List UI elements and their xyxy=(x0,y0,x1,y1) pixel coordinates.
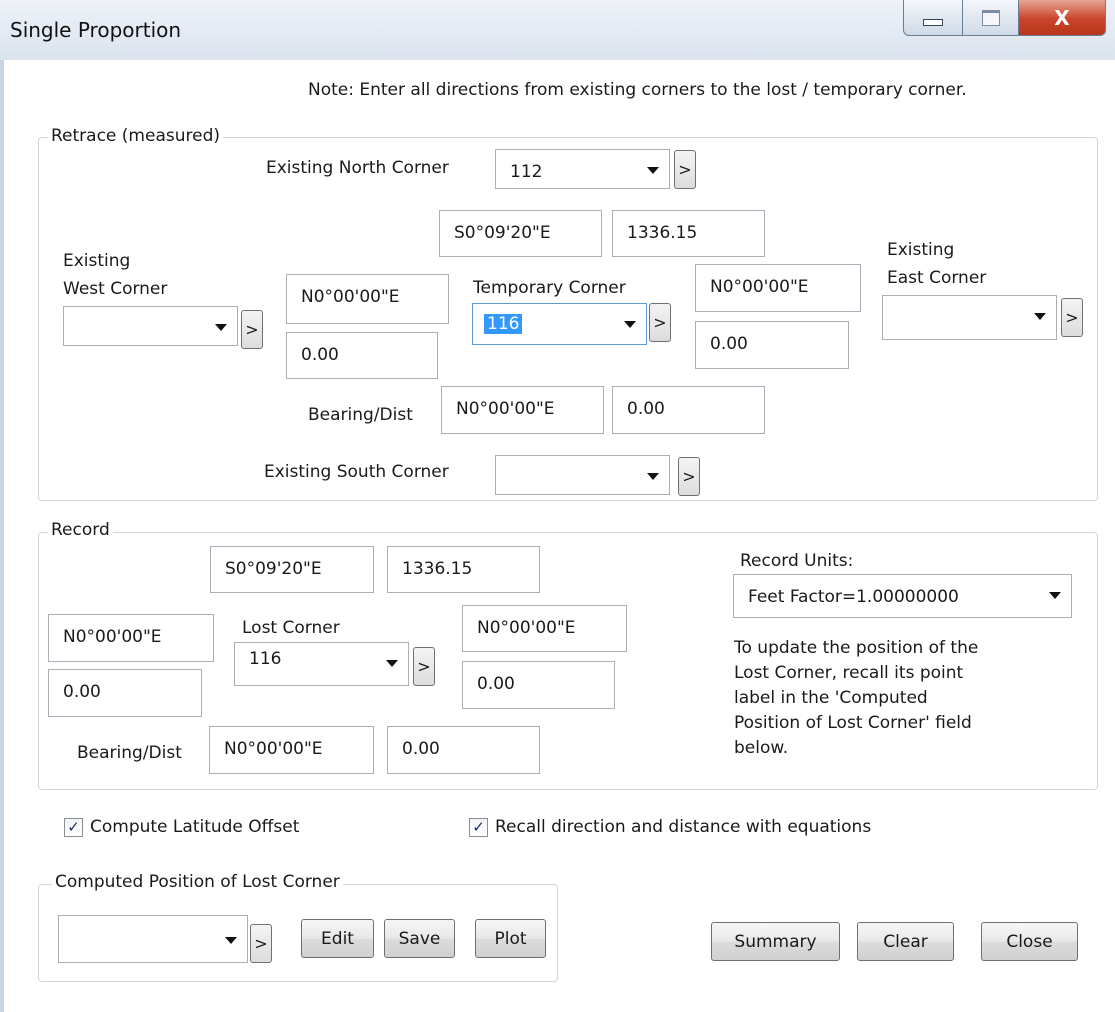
chevron-down-icon xyxy=(1034,313,1046,320)
south-corner-recall-button[interactable]: > xyxy=(678,457,700,496)
summary-button[interactable]: Summary xyxy=(711,922,840,961)
north-corner-recall-button[interactable]: > xyxy=(674,150,696,189)
record-east-bearing-field[interactable]: N0°00'00"E xyxy=(462,605,627,652)
existing-south-corner-label: Existing South Corner xyxy=(264,462,449,482)
record-north-bearing-field[interactable]: S0°09'20"E xyxy=(210,546,374,593)
record-bearing-dist-label: Bearing/Dist xyxy=(77,743,182,763)
record-group-label: Record xyxy=(48,520,113,540)
computed-position-group-label: Computed Position of Lost Corner xyxy=(52,872,343,892)
record-bd-bearing-field[interactable]: N0°00'00"E xyxy=(209,726,374,774)
retrace-east-distance-field[interactable]: 0.00 xyxy=(695,321,849,369)
plot-button[interactable]: Plot xyxy=(475,919,546,958)
temporary-corner-recall-button[interactable]: > xyxy=(649,303,671,342)
chevron-down-icon xyxy=(1049,592,1061,599)
record-units-label: Record Units: xyxy=(740,551,854,571)
chevron-down-icon xyxy=(386,660,398,667)
existing-north-corner-value: 112 xyxy=(510,162,543,182)
record-north-distance-field[interactable]: 1336.15 xyxy=(387,546,540,593)
maximize-button[interactable] xyxy=(963,0,1019,36)
close-button[interactable]: Close xyxy=(981,922,1078,961)
east-corner-recall-button[interactable]: > xyxy=(1061,298,1083,337)
help-text-line-1: To update the position of the xyxy=(734,638,979,658)
chevron-down-icon xyxy=(647,473,659,480)
computed-position-select[interactable] xyxy=(58,915,248,963)
retrace-north-bearing-field[interactable]: S0°09'20"E xyxy=(439,210,602,257)
window-frame-edge xyxy=(0,60,4,1012)
compute-latitude-checkbox[interactable]: ✓ xyxy=(64,818,83,837)
record-units-value: Feet Factor=1.00000000 xyxy=(748,587,959,607)
existing-west-corner-label-2: West Corner xyxy=(63,279,168,299)
lost-corner-recall-button[interactable]: > xyxy=(413,647,435,686)
chevron-down-icon xyxy=(647,167,659,174)
existing-west-corner-label-1: Existing xyxy=(63,251,131,271)
retrace-bd-distance-field[interactable]: 0.00 xyxy=(612,386,765,434)
help-text-line-2: Lost Corner, recall its point xyxy=(734,663,964,683)
compute-latitude-label: Compute Latitude Offset xyxy=(90,817,300,837)
maximize-icon xyxy=(981,9,1000,26)
record-east-distance-field[interactable]: 0.00 xyxy=(462,661,615,709)
retrace-bd-bearing-field[interactable]: N0°00'00"E xyxy=(441,386,604,434)
recall-equations-checkbox[interactable]: ✓ xyxy=(469,818,488,837)
recall-equations-label: Recall direction and distance with equat… xyxy=(495,817,872,837)
save-button[interactable]: Save xyxy=(384,919,455,958)
help-text-line-5: below. xyxy=(734,738,789,758)
record-west-distance-field[interactable]: 0.00 xyxy=(48,669,202,717)
clear-button[interactable]: Clear xyxy=(857,922,954,961)
record-west-bearing-field[interactable]: N0°00'00"E xyxy=(48,614,214,662)
help-text-line-4: Position of Lost Corner' field xyxy=(734,713,972,733)
chevron-down-icon xyxy=(215,324,227,331)
record-bd-distance-field[interactable]: 0.00 xyxy=(387,726,540,774)
note-text: Note: Enter all directions from existing… xyxy=(308,80,967,100)
lost-corner-select[interactable]: 116 xyxy=(234,642,409,686)
retrace-west-bearing-field[interactable]: N0°00'00"E xyxy=(286,274,449,324)
window-controls: X xyxy=(903,0,1106,36)
retrace-west-distance-field[interactable]: 0.00 xyxy=(286,332,438,379)
temporary-corner-value: 116 xyxy=(484,314,523,334)
retrace-bearing-dist-label: Bearing/Dist xyxy=(308,405,413,425)
help-text-line-3: label in the 'Computed xyxy=(734,688,928,708)
title-bar[interactable]: Single Proportion X xyxy=(0,0,1115,60)
computed-position-recall-button[interactable]: > xyxy=(250,924,272,963)
existing-north-corner-select[interactable]: 112 xyxy=(495,149,670,189)
minimize-icon xyxy=(923,19,943,26)
west-corner-recall-button[interactable]: > xyxy=(241,310,263,349)
existing-east-corner-select[interactable] xyxy=(882,295,1057,340)
chevron-down-icon xyxy=(624,321,636,328)
record-units-select[interactable]: Feet Factor=1.00000000 xyxy=(733,574,1072,618)
minimize-button[interactable] xyxy=(903,0,963,36)
close-icon: X xyxy=(1054,5,1070,30)
existing-south-corner-select[interactable] xyxy=(495,455,670,495)
retrace-north-distance-field[interactable]: 1336.15 xyxy=(612,210,765,257)
window-title: Single Proportion xyxy=(10,18,182,42)
existing-north-corner-label: Existing North Corner xyxy=(266,158,449,178)
edit-button[interactable]: Edit xyxy=(301,919,374,958)
retrace-east-bearing-field[interactable]: N0°00'00"E xyxy=(695,264,861,312)
chevron-down-icon xyxy=(225,937,237,944)
lost-corner-label: Lost Corner xyxy=(242,618,340,638)
existing-west-corner-select[interactable] xyxy=(63,306,238,346)
existing-east-corner-label-1: Existing xyxy=(887,240,955,260)
temporary-corner-label: Temporary Corner xyxy=(473,278,626,298)
retrace-group-label: Retrace (measured) xyxy=(48,126,223,146)
temporary-corner-select[interactable]: 116 xyxy=(472,303,647,345)
existing-east-corner-label-2: East Corner xyxy=(887,268,987,288)
close-window-button[interactable]: X xyxy=(1019,0,1106,36)
lost-corner-value: 116 xyxy=(249,649,282,669)
